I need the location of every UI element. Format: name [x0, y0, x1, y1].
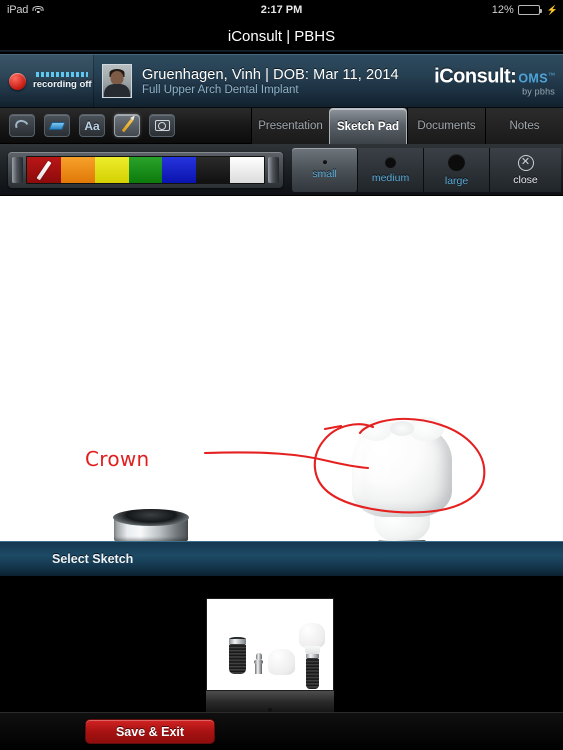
close-label: close [513, 173, 538, 186]
recording-label: recording off [33, 79, 92, 90]
battery-percent-label: 12% [491, 4, 514, 16]
undo-icon[interactable] [9, 114, 35, 137]
page-title: iConsult | PBHS [227, 27, 336, 45]
annotation-layer [203, 417, 486, 514]
charging-bolt-icon: ⚡ [546, 4, 558, 15]
app-title-bar: iConsult | PBHS [0, 20, 563, 52]
status-bar-right: 12% ⚡ [492, 4, 558, 16]
list-item[interactable] [206, 598, 334, 715]
implant-screw [113, 509, 189, 541]
battery-icon [517, 5, 542, 15]
brush-size-medium[interactable]: medium [358, 148, 425, 192]
title-divider [0, 50, 563, 52]
save-and-exit-label: Save & Exit [115, 724, 185, 739]
tab-sketch-pad[interactable]: Sketch Pad [329, 108, 407, 144]
ellipse-circle [313, 417, 486, 514]
tab-notes-label: Notes [509, 120, 540, 132]
tab-notes[interactable]: Notes [485, 108, 563, 144]
ipad-app-window: iPad 2:17 PM 12% ⚡ iConsult | PBHS recor… [0, 0, 563, 750]
save-and-exit-button[interactable]: Save & Exit [85, 719, 215, 744]
drawing-options-bar: small medium large ✕ close [0, 144, 563, 196]
large-dot-icon [448, 153, 466, 171]
tab-presentation[interactable]: Presentation [251, 108, 329, 144]
color-swatch-orange[interactable] [60, 157, 95, 183]
recording-status: recording off [33, 72, 92, 90]
brush-size-large-label: large [444, 174, 469, 187]
color-swatch-green[interactable] [128, 157, 163, 183]
palette-left-cap [12, 157, 23, 183]
pencil-icon[interactable] [114, 114, 140, 137]
brand-secondary-label: OMS [518, 71, 548, 86]
camera-icon[interactable] [149, 114, 175, 137]
tab-sketch-pad-label: Sketch Pad [337, 120, 399, 133]
color-swatch-red[interactable] [27, 157, 61, 183]
brush-size-large[interactable]: large [424, 148, 491, 192]
select-sketch-bar: Select Sketch [0, 541, 563, 577]
color-swatch-list [26, 156, 265, 184]
bottom-action-bar: Save & Exit [0, 712, 563, 750]
trademark-icon: ™ [548, 72, 555, 80]
circle-x-icon: ✕ [517, 154, 534, 171]
close-palette-button[interactable]: ✕ close [490, 148, 561, 192]
ios-status-bar: iPad 2:17 PM 12% ⚡ [0, 0, 563, 20]
sketch-carousel[interactable] [0, 577, 563, 715]
waveform-icon [36, 72, 89, 77]
tab-documents-label: Documents [417, 120, 476, 132]
text-tool-icon[interactable]: Aa [79, 114, 105, 137]
select-sketch-label: Select Sketch [52, 552, 134, 566]
sketch-thumbnail[interactable] [206, 598, 334, 691]
annotation-text-crown: Crown [85, 447, 150, 471]
brand-primary-label: iConsult: [434, 65, 517, 88]
brush-size-small[interactable]: small [292, 148, 359, 192]
text-tool-label: Aa [84, 118, 100, 133]
medium-dot-icon [385, 156, 397, 168]
brush-size-group: small medium large ✕ close [292, 148, 561, 192]
avatar[interactable] [102, 64, 132, 98]
patient-name-label: Gruenhagen, Vinh | DOB: Mar 11, 2014 [142, 66, 399, 83]
patient-info: Gruenhagen, Vinh | DOB: Mar 11, 2014 Ful… [142, 67, 399, 96]
leader-line [203, 451, 370, 470]
small-dot-icon [322, 160, 327, 164]
color-swatch-blue[interactable] [162, 157, 197, 183]
patient-procedure-label: Full Upper Arch Dental Implant [142, 83, 299, 96]
color-swatch-yellow[interactable] [94, 157, 129, 183]
brand-logo: iConsult: OMS ™ by pbhs [434, 66, 555, 97]
tab-documents[interactable]: Documents [407, 108, 485, 144]
palette-right-cap [268, 157, 279, 183]
patient-header-bar: recording off Gruenhagen, Vinh | DOB: Ma… [0, 54, 563, 108]
section-tabs: Presentation Sketch Pad Documents Notes [251, 108, 563, 144]
color-swatch-white[interactable] [230, 157, 264, 183]
eraser-icon[interactable] [44, 114, 70, 137]
color-swatch-black[interactable] [196, 157, 231, 183]
tab-presentation-label: Presentation [258, 120, 323, 132]
sketch-toolbar: Aa Presentation Sketch Pad Documents Not… [0, 108, 563, 144]
recording-toggle[interactable]: recording off [0, 55, 94, 107]
brush-size-small-label: small [312, 168, 337, 180]
clock-label: 2:17 PM [260, 4, 303, 16]
record-dot-icon[interactable] [9, 72, 26, 90]
brush-size-medium-label: medium [371, 171, 410, 184]
sketch-canvas[interactable]: Crown [0, 196, 563, 541]
color-palette [8, 152, 283, 188]
